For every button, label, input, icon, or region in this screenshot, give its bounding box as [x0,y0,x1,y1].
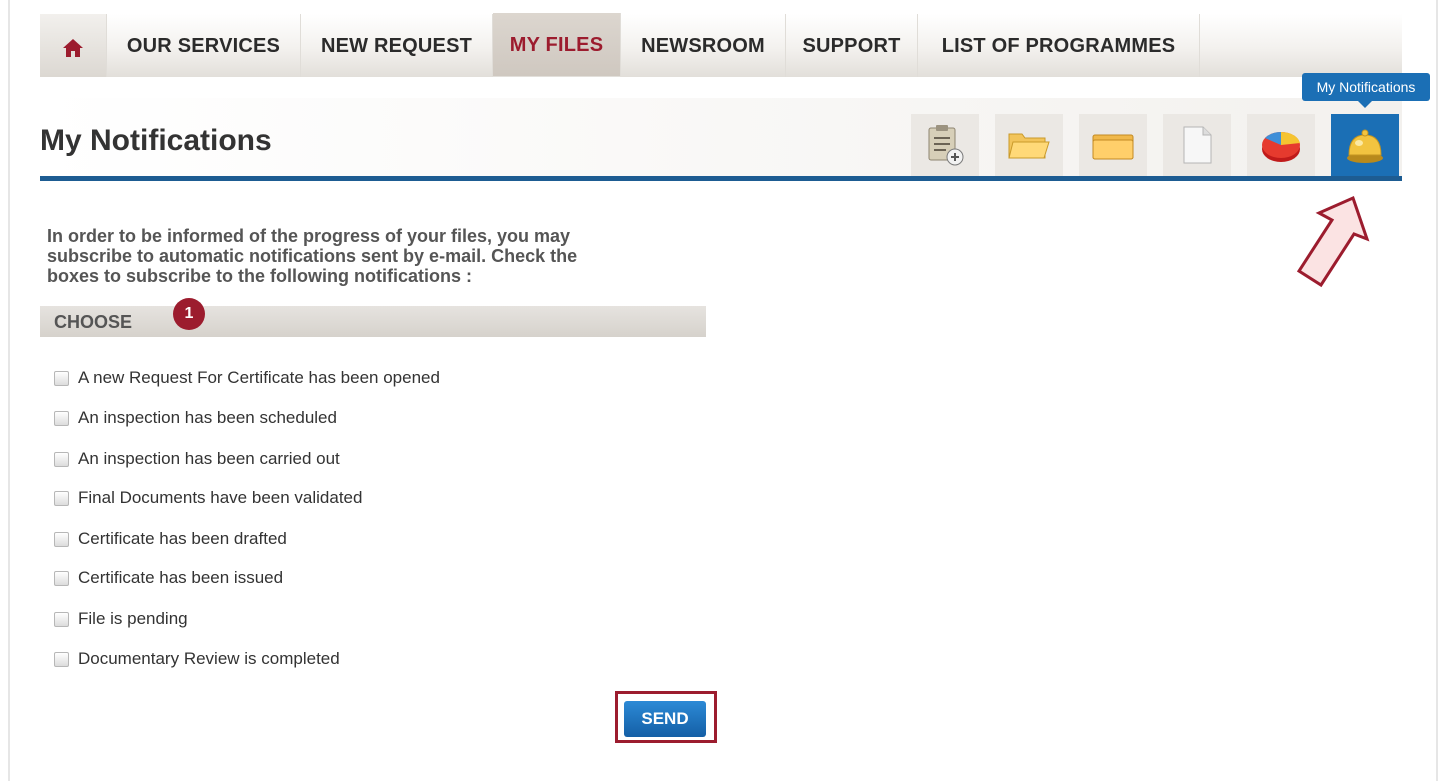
send-button[interactable]: SEND [624,701,706,737]
intro-line-1: In order to be informed of the progress … [47,226,571,246]
checkbox[interactable] [54,531,69,547]
option-label: Final Documents have been validated [78,488,363,507]
option-certificate-drafted[interactable]: Certificate has been drafted [54,528,287,550]
notification-bell-icon [1347,129,1383,163]
nav-our-services[interactable]: OUR SERVICES [107,14,301,77]
choose-section-bar [40,306,706,337]
new-request-toolbar-button[interactable] [911,114,979,176]
new-request-clipboard-icon [928,125,964,166]
option-inspection-scheduled[interactable]: An inspection has been scheduled [54,407,337,429]
option-label: An inspection has been scheduled [78,408,337,427]
checkbox[interactable] [54,651,69,667]
intro-line-3: boxes to subscribe to the following noti… [47,266,473,286]
option-label: Certificate has been drafted [78,529,287,548]
option-certificate-issued[interactable]: Certificate has been issued [54,567,283,589]
option-label: Certificate has been issued [78,568,284,587]
option-label: An inspection has been carried out [78,449,340,468]
option-request-opened[interactable]: A new Request For Certificate has been o… [54,367,440,389]
closed-folder-icon [1092,134,1134,160]
checkbox[interactable] [54,451,69,467]
pie-chart-icon [1262,131,1300,162]
option-label: Documentary Review is completed [78,649,340,668]
option-final-documents-validated[interactable]: Final Documents have been validated [54,487,362,509]
nav-support[interactable]: SUPPORT [786,14,918,77]
nav-newsroom[interactable]: NEWSROOM [621,14,786,77]
nav-list-of-programmes[interactable]: LIST OF PROGRAMMES [918,14,1200,77]
option-file-pending[interactable]: File is pending [54,608,188,630]
option-inspection-carried-out[interactable]: An inspection has been carried out [54,448,340,470]
document-icon [1183,126,1212,164]
checkbox[interactable] [54,490,69,506]
checkbox[interactable] [54,570,69,586]
open-files-toolbar-button[interactable] [995,114,1063,176]
nav-my-files[interactable]: MY FILES [493,13,621,76]
checkbox[interactable] [54,410,69,426]
open-folder-icon [1008,133,1050,159]
checkbox[interactable] [54,370,69,386]
tooltip-my-notifications: My Notifications [1302,73,1430,108]
page-title: My Notifications [40,124,272,157]
top-navigation: OUR SERVICES NEW REQUEST MY FILES NEWSRO… [40,13,1402,77]
my-notifications-toolbar-button[interactable] [1331,114,1399,176]
checkbox[interactable] [54,611,69,627]
documents-toolbar-button[interactable] [1163,114,1231,176]
intro-line-2: subscribe to automatic notifications sen… [47,246,578,266]
home-button[interactable] [40,14,107,77]
frame-left-border [8,0,10,781]
statistics-toolbar-button[interactable] [1247,114,1315,176]
closed-files-toolbar-button[interactable] [1079,114,1147,176]
nav-new-request[interactable]: NEW REQUEST [301,14,493,77]
step-badge: 1 [173,298,205,330]
home-icon [63,39,83,57]
intro-text: In order to be informed of the progress … [47,226,687,286]
option-label: A new Request For Certificate has been o… [78,368,440,387]
title-divider [40,176,1402,181]
option-documentary-review-completed[interactable]: Documentary Review is completed [54,648,340,670]
option-label: File is pending [78,609,188,628]
frame-right-border [1436,0,1438,781]
choose-label: CHOOSE [54,312,133,332]
pointer-arrow-icon [1296,195,1370,288]
